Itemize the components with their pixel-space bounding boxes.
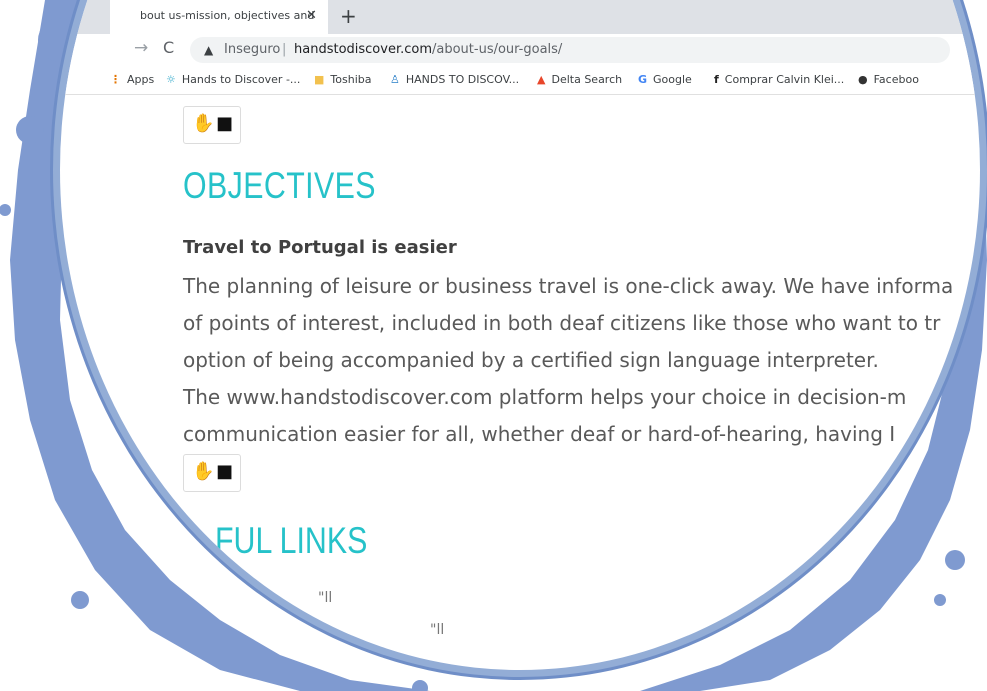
bookmark-label: Delta Search: [551, 73, 623, 86]
bookmark-label: Hands to Discover -...: [181, 73, 301, 86]
video-camera-icon: ■: [216, 113, 234, 134]
url-host: handstodiscover.com: [294, 42, 432, 57]
bookmark-calvin-klein[interactable]: f Comprar Calvin Klei...: [714, 66, 844, 94]
paragraph-line: communication easier for all, whether de…: [183, 422, 896, 446]
sign-hand-icon: ✋: [192, 461, 215, 482]
google-icon: G: [638, 73, 648, 86]
objectives-heading: OBJECTIVES: [183, 165, 376, 206]
sign-language-video-button[interactable]: ✋ ■: [183, 454, 241, 492]
address-bar[interactable]: ▲ Inseguro | handstodiscover.com/about-u…: [190, 37, 950, 63]
url-text[interactable]: handstodiscover.com/about-us/our-goals/: [294, 37, 562, 63]
browser-window: bout us-mission, objectives and ✕ + → C …: [60, 0, 980, 670]
bookmark-toshiba[interactable]: ■ Toshiba: [314, 66, 371, 94]
security-label[interactable]: Inseguro: [224, 37, 280, 63]
bookmark-label: Faceboo: [873, 73, 919, 86]
sign-hand-icon: ✋: [192, 113, 215, 134]
useful-links-heading: FUL LINKS: [215, 520, 368, 561]
globe-icon: ●: [858, 73, 868, 86]
bookmark-facebook[interactable]: ● Faceboo: [858, 66, 919, 94]
active-tab[interactable]: bout us-mission, objectives and ✕: [110, 0, 328, 34]
sign-language-video-button[interactable]: ✋ ■: [183, 106, 241, 144]
warning-icon[interactable]: ▲: [204, 37, 213, 63]
bookmark-label: Google: [653, 73, 692, 86]
section-subheading: Travel to Portugal is easier: [183, 237, 457, 258]
delta-icon: ▲: [537, 73, 546, 86]
reload-icon[interactable]: C: [163, 38, 174, 57]
magnifier-lens: bout us-mission, objectives and ✕ + → C …: [60, 0, 980, 670]
bookmark-label: Toshiba: [330, 73, 372, 86]
sun-icon: ☼: [166, 73, 176, 86]
link-fragment[interactable]: "ll: [318, 590, 332, 606]
video-camera-icon: ■: [216, 461, 234, 482]
bookmarks-bar: ⋮ Apps ☼ Hands to Discover -... ■ Toshiba ♙…: [60, 66, 980, 95]
tab-bar: bout us-mission, objectives and ✕ +: [60, 0, 980, 34]
paragraph-line: of points of interest, included in both …: [183, 311, 941, 335]
paragraph-line: option of being accompanied by a certifi…: [183, 348, 879, 372]
browser-toolbar: → C ▲ Inseguro | handstodiscover.com/abo…: [60, 34, 980, 66]
bookmark-label: HANDS TO DISCOV...: [405, 73, 520, 86]
forward-icon[interactable]: →: [134, 38, 148, 58]
bookmark-hands-to-discover[interactable]: ☼ Hands to Discover -...: [166, 66, 300, 94]
bookmark-hands-to-discov[interactable]: ♙ HANDS TO DISCOV...: [390, 66, 519, 94]
site-icon: ♙: [390, 73, 400, 86]
tab-title: bout us-mission, objectives and: [140, 9, 315, 22]
folder-icon: ■: [314, 73, 325, 86]
url-path: /about-us/our-goals/: [432, 42, 563, 57]
bookmark-label: Apps: [127, 73, 155, 86]
link-fragment[interactable]: "ll: [430, 622, 444, 638]
bookmark-label: Comprar Calvin Klei...: [724, 73, 845, 86]
new-tab-button[interactable]: +: [340, 2, 357, 30]
paragraph-line: The planning of leisure or business trav…: [183, 274, 954, 298]
facebook-icon: f: [714, 73, 719, 86]
bookmark-google[interactable]: G Google: [638, 66, 692, 94]
apps-grid-icon: ⋮: [110, 73, 121, 86]
bookmark-apps[interactable]: ⋮ Apps: [110, 66, 154, 94]
close-icon[interactable]: ✕: [306, 0, 317, 32]
paragraph-line: The www.handstodiscover.com platform hel…: [183, 385, 907, 409]
bookmark-delta-search[interactable]: ▲ Delta Search: [537, 66, 622, 94]
url-separator: |: [282, 42, 287, 57]
